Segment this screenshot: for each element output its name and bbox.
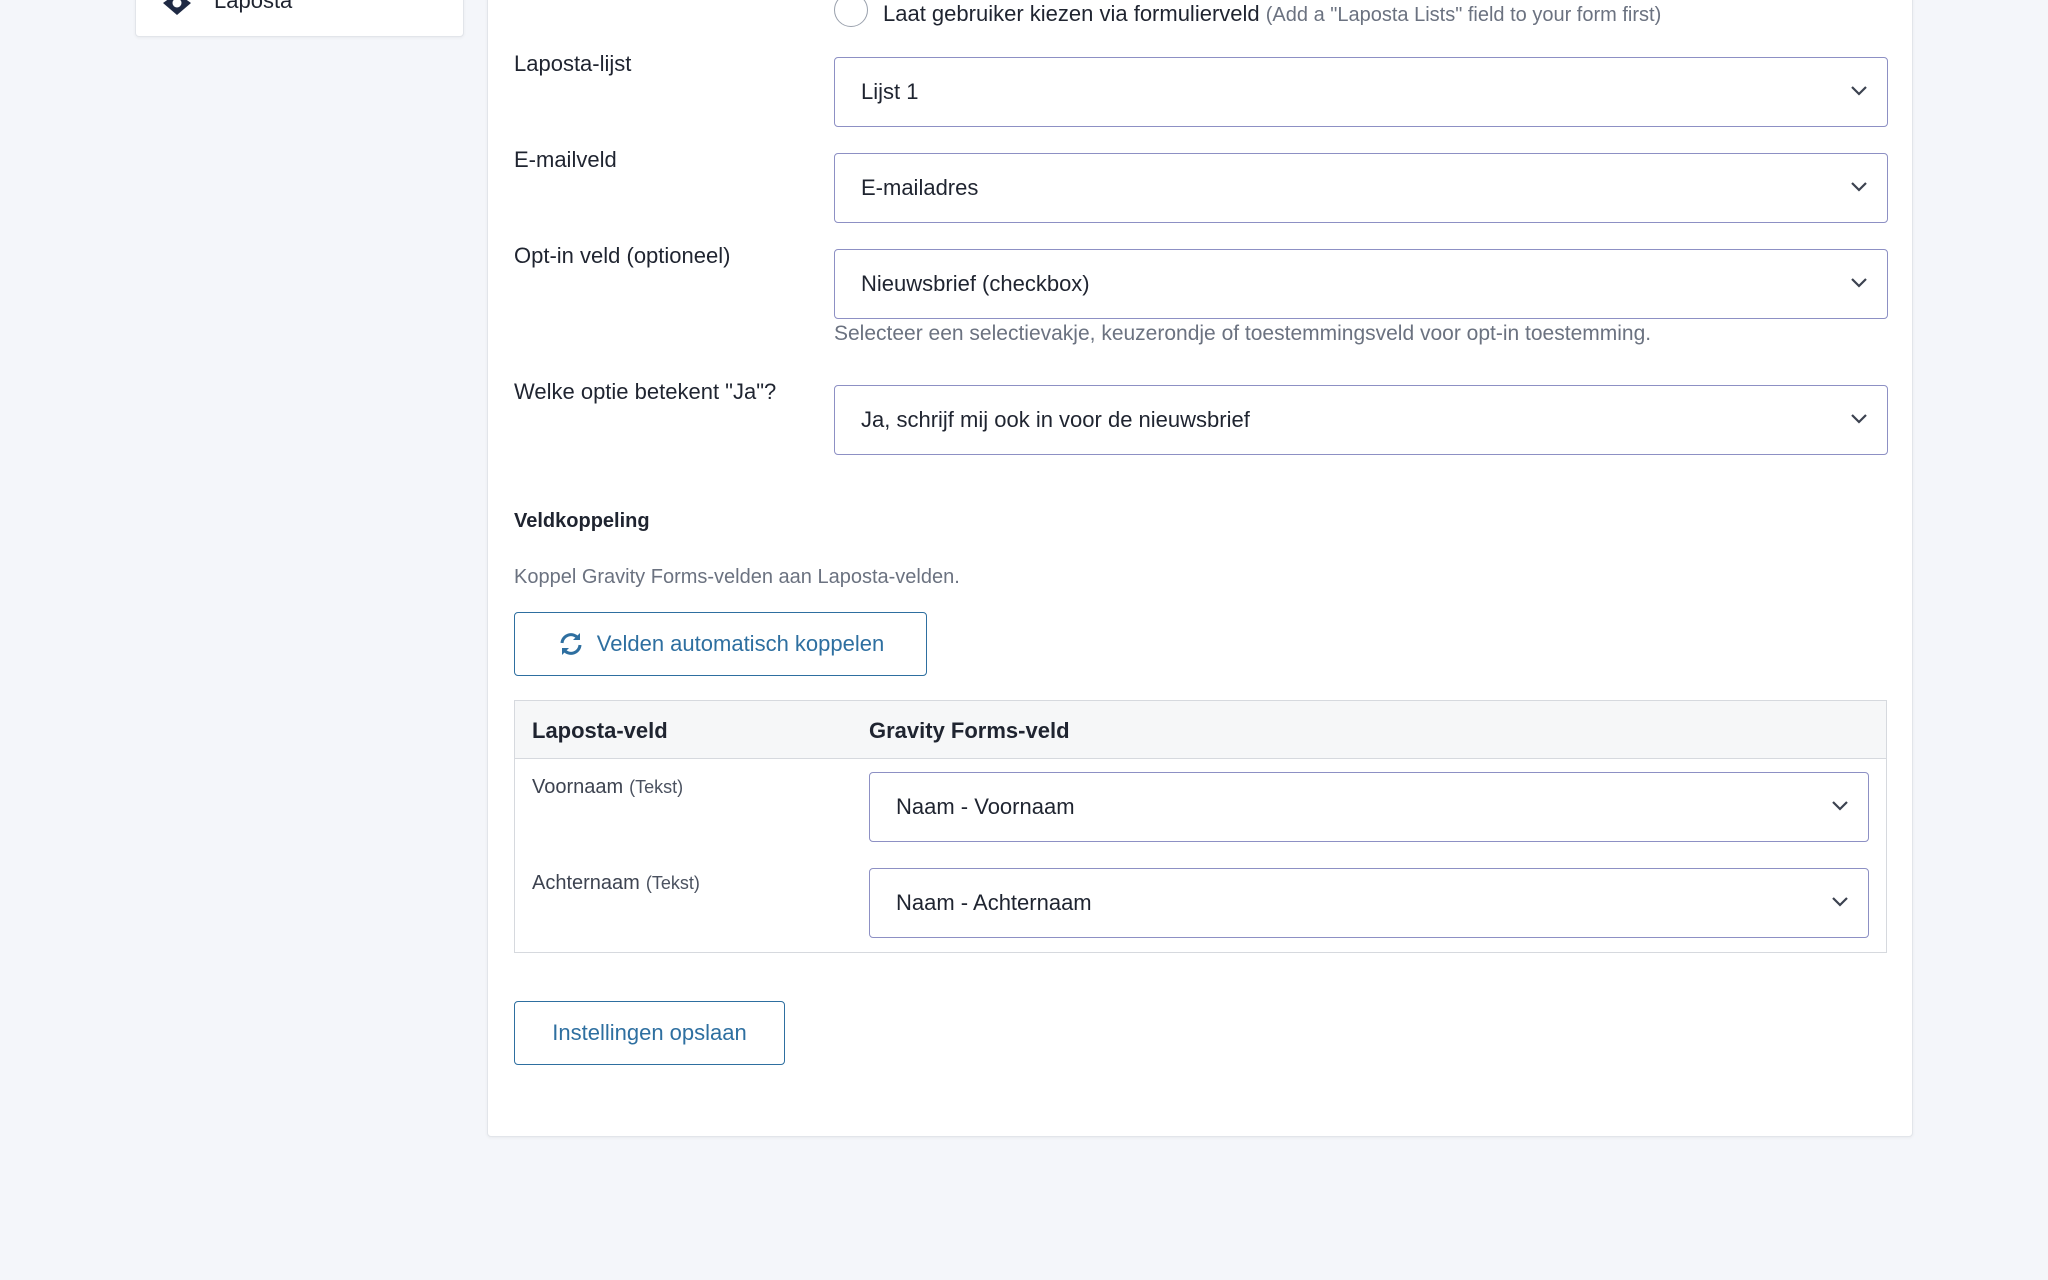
list-select[interactable]: Lijst 1 — [834, 57, 1888, 127]
chevron-down-icon — [1832, 897, 1848, 907]
radio-button[interactable] — [834, 0, 868, 27]
optin-field-label: Opt-in veld (optioneel) — [514, 243, 731, 268]
sync-icon — [560, 633, 582, 655]
laposta-logo-icon — [163, 0, 191, 15]
row-field-type: (Tekst) — [629, 777, 684, 797]
email-field-select[interactable]: E-mailadres — [834, 153, 1888, 223]
row-mapping-select-value: Naam - Achternaam — [896, 890, 1092, 915]
field-mapping-description: Koppel Gravity Forms-velden aan Laposta-… — [514, 566, 960, 588]
field-mapping-table: Laposta-veld Gravity Forms-veld Voornaam… — [514, 700, 1887, 953]
row-mapping-select-value: Naam - Voornaam — [896, 794, 1075, 819]
list-field-label: Laposta-lijst — [514, 51, 632, 76]
row-field-name: Voornaam — [532, 776, 624, 798]
email-field-label: E-mailveld — [514, 147, 617, 172]
list-select-value: Lijst 1 — [861, 79, 919, 104]
chevron-down-icon — [1851, 414, 1867, 424]
sidebar-item-laposta[interactable]: Laposta — [135, 0, 464, 37]
row-mapping-select[interactable]: Naam - Achternaam — [869, 868, 1869, 938]
table-header: Laposta-veld Gravity Forms-veld — [515, 701, 1886, 759]
yes-option-label: Welke optie betekent "Ja"? — [514, 379, 777, 404]
list-choice-radio-option[interactable]: Laat gebruiker kiezen via formulierveld … — [834, 0, 1662, 27]
email-field-select-value: E-mailadres — [861, 175, 979, 200]
yes-option-select[interactable]: Ja, schrijf mij ook in voor de nieuwsbri… — [834, 385, 1888, 455]
chevron-down-icon — [1832, 801, 1848, 811]
field-mapping-title: Veldkoppeling — [514, 510, 650, 532]
column-header-gravity-field: Gravity Forms-veld — [869, 718, 1070, 743]
radio-label: Laat gebruiker kiezen via formulierveld — [883, 1, 1260, 26]
chevron-down-icon — [1851, 182, 1867, 192]
optin-field-help: Selecteer een selectievakje, keuzerondje… — [834, 322, 1652, 345]
optin-field-select[interactable]: Nieuwsbrief (checkbox) — [834, 249, 1888, 319]
save-settings-button-label: Instellingen opslaan — [552, 1020, 747, 1045]
auto-map-button[interactable]: Velden automatisch koppelen — [514, 612, 927, 676]
save-settings-button[interactable]: Instellingen opslaan — [514, 1001, 785, 1065]
radio-hint: (Add a "Laposta Lists" field to your for… — [1265, 4, 1662, 26]
chevron-down-icon — [1851, 86, 1867, 96]
sidebar-item-label: Laposta — [214, 0, 293, 13]
chevron-down-icon — [1851, 278, 1867, 288]
row-field-name: Achternaam — [532, 872, 640, 894]
auto-map-button-label: Velden automatisch koppelen — [596, 631, 885, 656]
row-field-type: (Tekst) — [645, 873, 700, 893]
yes-option-select-value: Ja, schrijf mij ook in voor de nieuwsbri… — [861, 407, 1250, 432]
settings-panel: Laat gebruiker kiezen via formulierveld … — [487, 0, 1913, 1137]
optin-field-select-value: Nieuwsbrief (checkbox) — [861, 271, 1090, 296]
row-mapping-select[interactable]: Naam - Voornaam — [869, 772, 1869, 842]
column-header-laposta-field: Laposta-veld — [532, 718, 668, 743]
